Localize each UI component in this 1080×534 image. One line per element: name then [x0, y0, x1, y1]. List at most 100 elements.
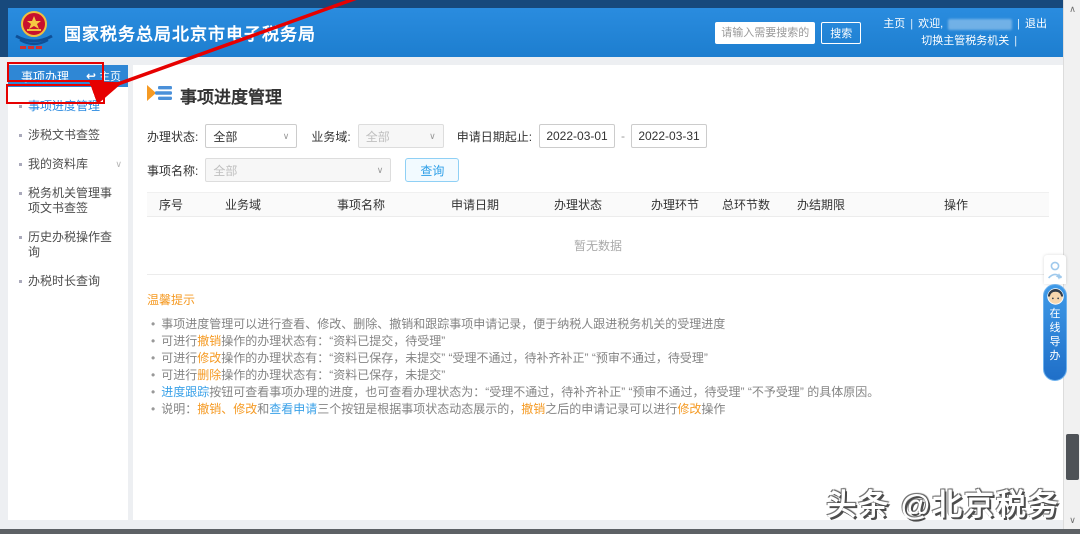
logout-link[interactable]: 退出 — [1025, 16, 1047, 33]
scroll-up-icon[interactable]: ∧ — [1064, 1, 1080, 17]
table-header-cell: 业务域 — [195, 196, 291, 213]
tip-line: • 事项进度管理可以进行查看、修改、删除、撤销和跟踪事项申请记录，便于纳税人跟进税… — [147, 316, 1049, 333]
tip-highlight: 修改 — [677, 402, 701, 416]
tip-text: 可进行删除操作的办理状态有：“资料已保存，未提交” — [161, 367, 445, 384]
sidebar-home-link[interactable]: ↩ 主页 — [86, 68, 121, 84]
divider: | — [910, 16, 913, 33]
bullet-icon — [19, 134, 22, 137]
tips-list: • 事项进度管理可以进行查看、修改、删除、撤销和跟踪事项申请记录，便于纳税人跟进税… — [147, 316, 1049, 418]
person-gear-icon — [1047, 259, 1063, 281]
table-header-cell: 办理状态 — [519, 196, 637, 213]
status-label: 办理状态: — [147, 128, 198, 145]
date-separator: - — [621, 129, 625, 143]
tip-line: •可进行撤销操作的办理状态有：“资料已提交，待受理” — [147, 333, 1049, 350]
sidebar-menu: 事项进度管理涉税文书查签我的资料库 ∨ 税务机关管理事项文书查签历史办税操作查询办税… — [8, 87, 128, 296]
bullet-icon — [19, 163, 22, 166]
search-button[interactable]: 搜索 — [821, 22, 861, 44]
chevron-down-icon: ∨ — [429, 131, 436, 142]
chevron-down-icon: ∨ — [112, 157, 122, 172]
main-panel: 事项进度管理 办理状态: 全部 ∨ 业务域: 全部 ∨ 申请日期起止: 2022… — [133, 65, 1063, 520]
date-from-input[interactable]: 2022-03-01 — [539, 124, 615, 148]
scrollbar-thumb[interactable] — [1066, 434, 1079, 480]
username-redacted — [948, 19, 1012, 30]
window-bottom-edge — [0, 529, 1080, 534]
sidebar-item-label: 涉税文书查签 — [28, 128, 100, 143]
domain-select[interactable]: 全部 ∨ — [358, 124, 444, 148]
bullet-icon: • — [151, 333, 155, 350]
tip-highlight: 删除 — [197, 368, 221, 382]
assistant-avatar-icon — [1047, 288, 1064, 305]
filter-row-2: 事项名称: 全部 ∨ 查询 — [147, 158, 1049, 182]
tip-highlight: 撤销 — [521, 402, 545, 416]
table-header-cell: 办理环节 — [637, 196, 713, 213]
bullet-icon — [19, 280, 22, 283]
table-header-cell: 事项名称 — [291, 196, 431, 213]
sidebar-item-label: 历史办税操作查询 — [28, 230, 122, 260]
table-header-cell: 办结期限 — [779, 196, 863, 213]
switch-authority-link[interactable]: 切换主管税务机关 — [921, 33, 1009, 50]
bullet-icon — [19, 105, 22, 108]
sidebar-item[interactable]: 历史办税操作查询 — [8, 223, 128, 267]
site-title: 国家税务总局北京市电子税务局 — [64, 20, 316, 45]
page-title-row: 事项进度管理 — [147, 83, 1049, 108]
date-range-label: 申请日期起止: — [457, 128, 532, 145]
date-to-input[interactable]: 2022-03-31 — [631, 124, 707, 148]
scroll-down-icon[interactable]: ∨ — [1064, 512, 1080, 528]
online-guide-label: 在线导办 — [1049, 307, 1062, 363]
tip-link: 查看申请 — [269, 402, 317, 416]
table-header-cell: 总环节数 — [713, 196, 779, 213]
sidebar-item[interactable]: 我的资料库 ∨ — [8, 150, 128, 179]
tip-line: •可进行删除操作的办理状态有：“资料已保存，未提交” — [147, 367, 1049, 384]
tip-line: • 可进行修改操作的办理状态有：“资料已保存，未提交” “受理不通过，待补齐补正”… — [147, 350, 1049, 367]
tip-link: 进度跟踪 — [161, 385, 209, 399]
item-name-label: 事项名称: — [147, 162, 198, 179]
profile-widget-button[interactable] — [1044, 255, 1066, 284]
tip-text: 事项进度管理可以进行查看、修改、删除、撤销和跟踪事项申请记录，便于纳税人跟进税务… — [161, 316, 725, 333]
tip-highlight: 撤销、修改 — [197, 402, 257, 416]
sidebar-home-label: 主页 — [99, 68, 121, 84]
tip-line: • 进度跟踪按钮可查看事项办理的进度，也可查看办理状态为：“受理不通过，待补齐补正… — [147, 384, 1049, 401]
table-header-cell: 序号 — [147, 196, 195, 213]
chevron-down-icon: ∨ — [283, 131, 290, 142]
sidebar-item-label: 事项进度管理 — [28, 99, 100, 114]
tip-text: 说明：撤销、修改和查看申请三个按钮是根据事项状态动态展示的，撤销之后的申请记录可… — [161, 401, 725, 418]
tips-title: 温馨提示 — [147, 291, 1049, 308]
sidebar-item[interactable]: 办税时长查询 — [8, 267, 128, 296]
online-guide-button[interactable]: 在线导办 — [1043, 284, 1067, 381]
search-input[interactable] — [715, 22, 815, 44]
bullet-icon: • — [151, 384, 155, 401]
bullet-icon — [19, 192, 22, 195]
bullet-icon: • — [151, 401, 155, 418]
bullet-icon: • — [151, 316, 155, 333]
chevron-down-icon: ∨ — [377, 165, 384, 176]
sidebar: 事项办理 ↩ 主页 事项进度管理涉税文书查签我的资料库 ∨ 税务机关管理事项文书查签… — [8, 65, 128, 520]
sidebar-item[interactable]: 税务机关管理事项文书查签 — [8, 179, 128, 223]
sidebar-item-label: 我的资料库 — [28, 157, 88, 172]
status-select[interactable]: 全部 ∨ — [205, 124, 297, 148]
site-header: 国家税务总局北京市电子税务局 搜索 主页 | 欢迎, | 退出 切换主管税务机关… — [8, 8, 1063, 57]
tax-bureau-emblem-logo — [14, 9, 54, 56]
sidebar-header-label: 事项办理 — [21, 68, 69, 85]
welcome-label: 欢迎, — [918, 16, 943, 33]
tip-highlight: 修改 — [197, 351, 221, 365]
sidebar-item-label: 办税时长查询 — [28, 274, 100, 289]
table-empty-state: 暂无数据 — [147, 217, 1049, 275]
table-header-cell: 操作 — [863, 196, 1049, 213]
results-table: 序号业务域事项名称申请日期办理状态办理环节总环节数办结期限操作 暂无数据 — [147, 192, 1049, 275]
top-strip — [0, 0, 1063, 8]
table-header-cell: 申请日期 — [431, 196, 519, 213]
watermark-text: 头条 @北京税务 — [826, 480, 1060, 524]
sidebar-item[interactable]: 涉税文书查签 — [8, 121, 128, 150]
left-edge — [0, 0, 8, 57]
query-button[interactable]: 查询 — [405, 158, 459, 182]
tip-text: 可进行修改操作的办理状态有：“资料已保存，未提交” “受理不通过，待补齐补正” … — [161, 350, 708, 367]
user-block: 主页 | 欢迎, | 退出 切换主管税务机关 | — [883, 16, 1047, 50]
electronic-tax-bureau-page: 国家税务总局北京市电子税务局 搜索 主页 | 欢迎, | 退出 切换主管税务机关… — [0, 0, 1080, 534]
home-link[interactable]: 主页 — [883, 16, 905, 33]
list-icon — [147, 83, 173, 108]
bullet-icon: • — [151, 350, 155, 367]
item-name-select[interactable]: 全部 ∨ — [205, 158, 391, 182]
tip-text: 进度跟踪按钮可查看事项办理的进度，也可查看办理状态为：“受理不通过，待补齐补正”… — [161, 384, 879, 401]
back-arrow-icon: ↩ — [86, 71, 96, 81]
sidebar-item[interactable]: 事项进度管理 — [8, 92, 128, 121]
